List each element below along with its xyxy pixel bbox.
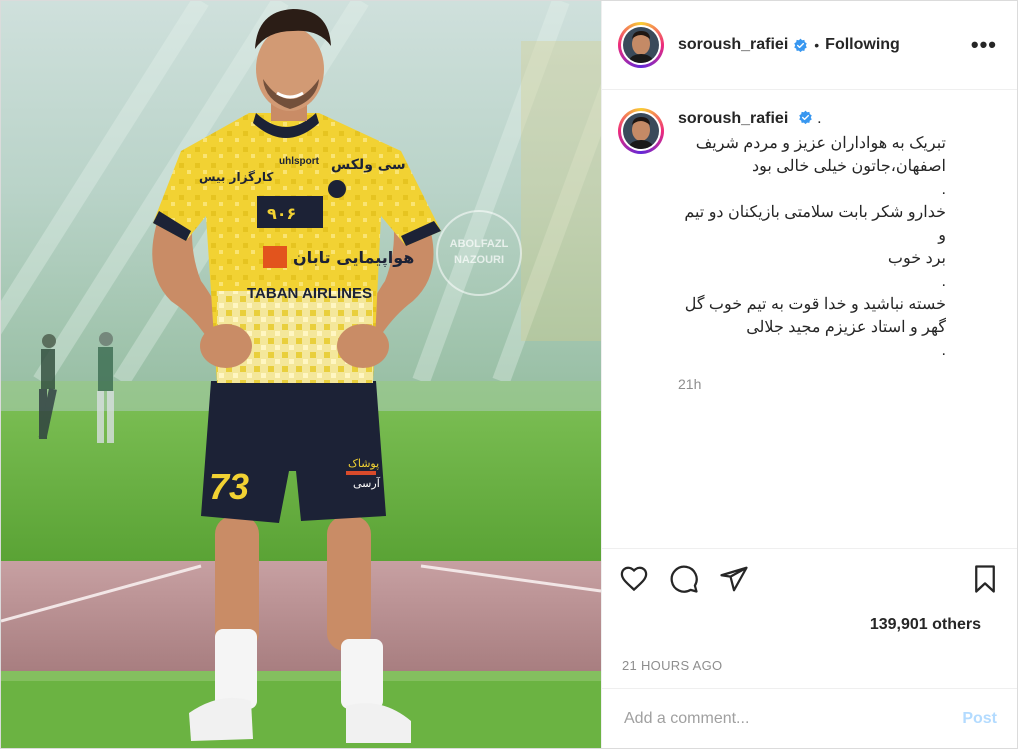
share-icon[interactable] (718, 563, 750, 595)
username[interactable]: soroush_rafiei (678, 36, 788, 54)
avatar[interactable] (618, 22, 664, 68)
comments-section: soroush_rafiei . تبریک به هواداران عزیز … (602, 90, 1017, 548)
caption-suffix: . (817, 110, 822, 127)
post-header: soroush_rafiei • Following ••• (602, 1, 1017, 90)
post-details-panel: soroush_rafiei • Following ••• soroush_r… (601, 1, 1017, 748)
bookmark-icon[interactable] (969, 563, 1001, 595)
likes-count[interactable]: 139,901 others (602, 608, 1017, 642)
watermark-bottom: NAZOURI (454, 254, 504, 266)
svg-text:سی ولکس: سی ولکس (331, 157, 406, 173)
svg-text:uhlsport: uhlsport (279, 156, 320, 167)
heart-icon[interactable] (618, 563, 650, 595)
profile-picture (623, 27, 659, 63)
action-bar (602, 548, 1017, 608)
watermark-top: ABOLFAZL (450, 238, 509, 250)
svg-text:پوشاک: پوشاک (348, 457, 379, 470)
profile-picture (623, 113, 659, 149)
football-player-photo: 73 پوشاک آرسی uhlsport سی ولکس کارگزار ب… (1, 1, 601, 748)
caption-username[interactable]: soroush_rafiei (678, 110, 788, 127)
verified-badge-icon (794, 38, 808, 52)
caption-text: تبریک به هواداران عزیز و مردم شریف اصفها… (684, 135, 946, 359)
post-photo[interactable]: 73 پوشاک آرسی uhlsport سی ولکس کارگزار ب… (1, 1, 601, 748)
svg-text:۹۰۶: ۹۰۶ (267, 204, 296, 223)
comment-form: Post (602, 688, 1017, 748)
verified-badge-icon (798, 110, 812, 125)
comment-icon[interactable] (668, 563, 700, 595)
shirt-number: 73 (209, 466, 249, 507)
caption-time[interactable]: 21h (678, 376, 946, 392)
jersey-sponsor: TABAN AIRLINES (247, 285, 372, 302)
caption: soroush_rafiei . تبریک به هواداران عزیز … (618, 108, 1001, 392)
svg-text:هواپیمایی تابان: هواپیمایی تابان (293, 248, 414, 268)
separator-dot: • (814, 37, 820, 53)
instagram-post: 73 پوشاک آرسی uhlsport سی ولکس کارگزار ب… (0, 0, 1018, 749)
post-comment-button[interactable]: Post (962, 710, 997, 728)
comment-input[interactable] (622, 708, 963, 729)
post-timestamp: 21 HOURS AGO (622, 658, 723, 673)
svg-text:کارگزار بیس: کارگزار بیس (199, 170, 273, 184)
caption-avatar[interactable] (618, 108, 664, 154)
svg-text:آرسی: آرسی (353, 476, 381, 490)
following-button[interactable]: Following (825, 36, 900, 54)
more-options-icon[interactable]: ••• (971, 32, 1001, 58)
